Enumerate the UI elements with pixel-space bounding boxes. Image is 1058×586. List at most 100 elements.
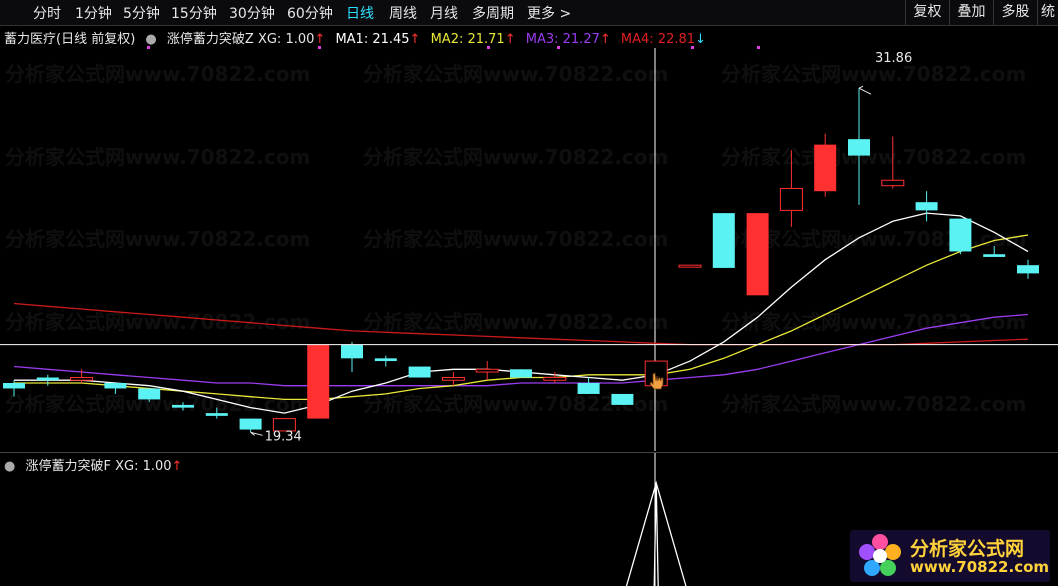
period-tab[interactable]: 30分钟 [229,3,275,23]
watermark-text: 分析家公式网www.70822.com [721,62,1026,86]
watermark-text: 分析家公式网www.70822.com [5,62,310,86]
candle[interactable] [341,341,363,373]
ma1-value: MA1: 21.45 [335,32,410,47]
candle[interactable] [239,418,262,433]
arrow-up-icon: ↑ [314,32,326,47]
arrow-up-icon: ↑ [599,32,611,47]
candle-body [70,377,94,381]
candle-body [915,202,938,211]
candle-body [408,366,431,378]
period-tab[interactable]: 60分钟 [287,3,333,23]
stock-title: 蓄力医疗(日线 前复权) [4,32,136,47]
watermark-text: 分析家公式网www.70822.com [721,310,1026,334]
high-price-label: 31.86 [875,51,912,66]
low-price-label: 19.34 [265,429,302,444]
candle[interactable] [1017,259,1039,279]
candle[interactable] [307,344,330,419]
arrow-down-icon: ↓ [695,32,706,47]
signal-spike [625,480,687,586]
xg-value: XG: 1.00 [257,32,315,47]
period-tab[interactable]: 周线 [389,3,417,23]
candle-body [307,344,330,419]
candle-body [172,404,194,408]
period-tab[interactable]: 15分钟 [171,3,217,23]
candle-body [36,377,59,381]
arrow-up-icon: ↑ [409,32,421,47]
candle-body [949,218,972,252]
low-marker-icon [250,431,263,436]
main-chart-panel: 分析家公式网www.70822.com 分析家公式网www.70822.com 分析… [0,26,1058,451]
site-logo: 分析家公式网 www.70822.com [850,530,1050,582]
candle-body [104,382,127,389]
logo-url: www.70822.com [910,558,1050,576]
stats-button[interactable]: 统 [1037,0,1058,25]
multi-stock-button[interactable]: 多股 [993,0,1037,25]
period-tab[interactable]: 5分钟 [123,3,160,23]
watermark-text: 分析家公式网www.70822.com [5,145,310,169]
candle[interactable] [915,191,938,222]
candle-body [475,368,499,373]
indicator-name[interactable]: 涨停蓄力突破F [25,459,110,474]
period-tab-multi[interactable]: 多周期 [472,3,514,23]
lower-legend: ● 涨停蓄力突破F XG: 1.00↑ [4,455,182,474]
period-tab-daily[interactable]: 日线 [346,3,374,23]
candle-body [881,179,905,187]
toggle-circle-icon[interactable]: ● [145,32,156,47]
watermark-text: 分析家公式网www.70822.com [363,227,668,251]
period-tab[interactable]: 分时 [33,3,61,23]
candle[interactable] [475,361,499,381]
candle[interactable] [814,133,837,197]
candle[interactable] [949,218,972,255]
watermark-text: 分析家公式网www.70822.com [363,145,668,169]
candle[interactable] [577,377,600,394]
candle[interactable] [510,369,532,378]
candle-body [3,382,25,389]
candle[interactable] [848,88,870,205]
candle[interactable] [441,372,465,386]
logo-name: 分析家公式网 [910,538,1025,560]
candle[interactable] [678,264,702,268]
candle-body [441,377,465,381]
candle-body [341,344,363,359]
candle-body [746,213,769,296]
ma2-value: MA2: 21.71 [430,32,505,47]
high-marker-icon [858,85,872,95]
overlay-button[interactable]: 叠加 [949,0,993,25]
candle-body [779,187,803,211]
watermark-text: 分析家公式网www.70822.com [5,227,310,251]
candle-body [138,388,161,400]
candle-body [983,254,1006,257]
candle-body [374,358,397,362]
candle-body [814,144,837,192]
period-tab[interactable]: 月线 [430,3,458,23]
period-toolbar: 分时 1分钟 5分钟 15分钟 30分钟 60分钟 日线 周线 月线 多周期 更… [0,0,1058,26]
candle[interactable] [408,366,431,378]
indicator-name[interactable]: 涨停蓄力突破Z [167,32,254,47]
watermark-text: 分析家公式网www.70822.com [363,62,668,86]
candle-body [510,369,532,378]
candle-body [239,418,262,430]
candle-body [205,413,228,416]
flower-logo-icon [859,534,901,576]
toggle-circle-icon[interactable]: ● [4,459,15,474]
candle-body [577,382,600,394]
watermark-text: 分析家公式网www.70822.com [5,310,310,334]
period-tab[interactable]: 1分钟 [75,3,112,23]
period-tab-more[interactable]: 更多 > [527,3,571,23]
candle[interactable] [374,355,397,367]
kline-chart[interactable]: 分析家公式网www.70822.com 分析家公式网www.70822.com 分析… [0,26,1058,451]
candle-body [543,377,567,381]
watermark-text: 分析家公式网www.70822.com [363,310,668,334]
candle-body [678,264,702,268]
candle[interactable] [712,213,735,268]
candle[interactable] [746,213,769,296]
signal-dot [757,46,760,49]
main-legend: 蓄力医疗(日线 前复权) ● 涨停蓄力突破Z XG: 1.00↑ MA1: 21… [4,28,712,47]
watermark-text: 分析家公式网www.70822.com [721,392,1026,416]
arrow-up-icon: ↑ [504,32,516,47]
ma4-value: MA4: 22.81 [620,32,696,47]
candle-body [848,139,870,156]
candle[interactable] [611,393,634,405]
candle-body [611,393,634,405]
adjust-button[interactable]: 复权 [905,0,949,25]
